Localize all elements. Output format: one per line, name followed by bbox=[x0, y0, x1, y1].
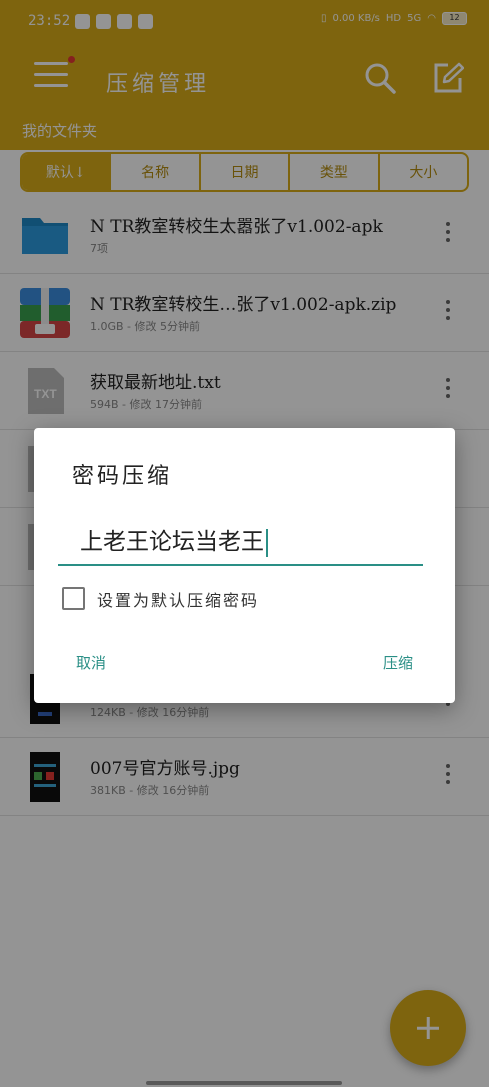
cancel-button[interactable]: 取消 bbox=[76, 652, 106, 673]
text-caret bbox=[266, 528, 268, 557]
checkbox-label[interactable]: 设置为默认压缩密码 bbox=[97, 587, 259, 611]
password-text: 上老王论坛当老王 bbox=[80, 529, 264, 555]
dialog-title: 密码压缩 bbox=[72, 464, 173, 489]
password-value: 上老王论坛当老王 bbox=[80, 522, 268, 557]
password-compress-dialog: 密码压缩 上老王论坛当老王 设置为默认压缩密码 取消 压缩 bbox=[34, 428, 455, 703]
default-password-checkbox[interactable] bbox=[62, 587, 85, 610]
compress-button[interactable]: 压缩 bbox=[383, 652, 413, 673]
password-input[interactable]: 上老王论坛当老王 bbox=[58, 510, 423, 566]
